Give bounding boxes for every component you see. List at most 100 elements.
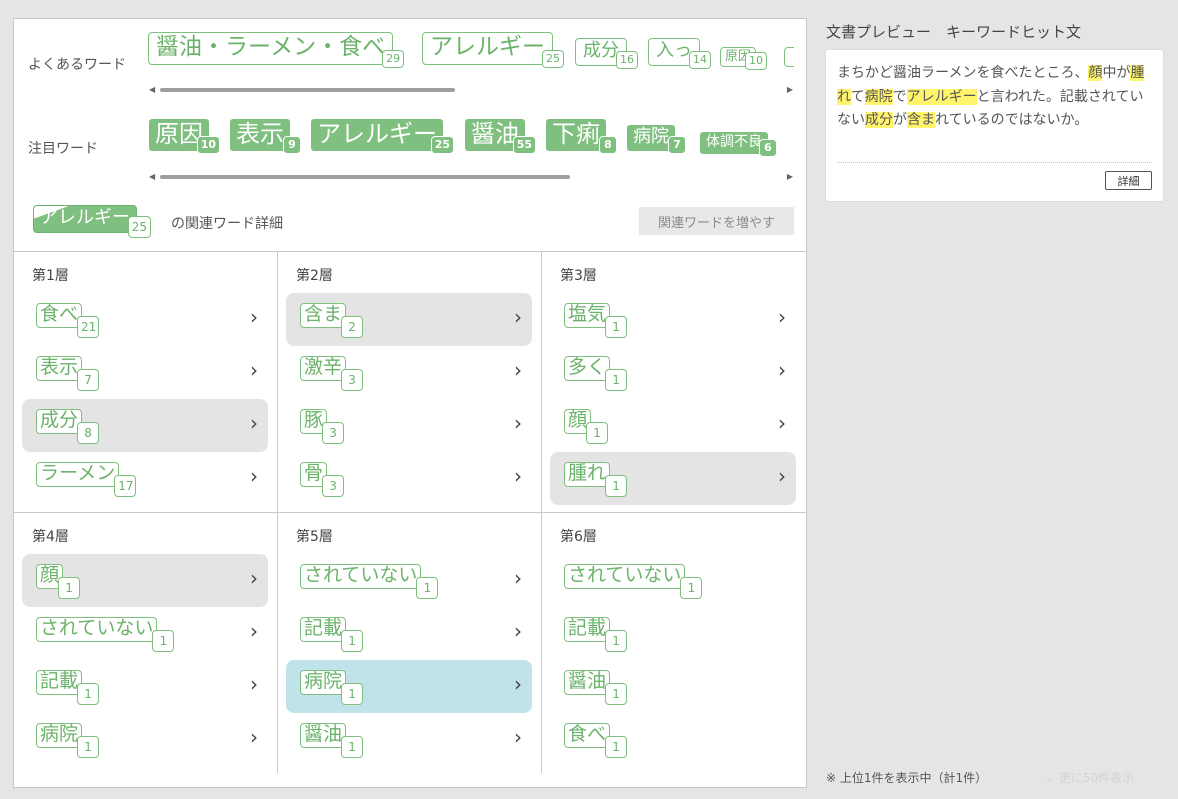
- layer-2-item[interactable]: 骨3 ›: [286, 452, 532, 505]
- layer-2-item-selected[interactable]: 含ま 2 ›: [286, 293, 532, 346]
- scroll-left-icon[interactable]: ◀: [149, 85, 155, 95]
- layer-6-item: 醤油 1: [550, 660, 796, 713]
- chevron-right-icon[interactable]: ›: [514, 568, 522, 588]
- chip-label: 多く: [564, 356, 611, 381]
- layer-4-item[interactable]: 記載 1 ›: [22, 660, 268, 713]
- word-chip: 病院 1: [36, 723, 100, 758]
- chevron-right-icon[interactable]: ›: [514, 727, 522, 747]
- chevron-right-icon[interactable]: ›: [250, 568, 258, 588]
- attention-word-chip[interactable]: 醤油 55: [465, 119, 536, 154]
- chip-count: 1: [680, 577, 703, 599]
- preview-sentence: まちかど醤油ラーメンを食べたところ、顔中が腫れて病院でアレルギーと言われた。記載…: [837, 62, 1155, 133]
- chip-count: 8: [77, 422, 100, 444]
- chip-label: 病院: [36, 723, 83, 748]
- frequent-word-chip[interactable]: アレルギー 25: [422, 32, 564, 68]
- frequent-word-chip[interactable]: 成分 16: [575, 38, 638, 69]
- word-chip: 表示 7: [36, 356, 100, 391]
- scroll-thumb[interactable]: [160, 175, 570, 179]
- frequent-words-strip[interactable]: 醤油・ラーメン・食べ 29 アレルギー 25 成分 16 入っ 14 原因 10: [148, 29, 794, 85]
- word-chip: 成分 8: [36, 409, 100, 444]
- attention-word-chip[interactable]: 病院 7: [627, 125, 686, 154]
- word-chip: 記載 1: [36, 670, 100, 705]
- layer-2-item[interactable]: 激辛 3 ›: [286, 346, 532, 399]
- grid-divider: [14, 251, 806, 252]
- chip-label: 腫れ: [564, 462, 611, 487]
- layer-3-item[interactable]: 顔1 ›: [550, 399, 796, 452]
- layer-5-item[interactable]: されていない 1 ›: [286, 554, 532, 607]
- layer-1-item-selected[interactable]: 成分 8 ›: [22, 399, 268, 452]
- chip-label: 含ま: [300, 303, 347, 328]
- layer-3-item[interactable]: 多く 1 ›: [550, 346, 796, 399]
- layer-3-item-selected[interactable]: 腫れ 1 ›: [550, 452, 796, 505]
- chip-count: 16: [616, 51, 638, 69]
- word-chip: 多く 1: [564, 356, 628, 391]
- chevron-right-icon[interactable]: ›: [250, 621, 258, 641]
- frequent-word-chip[interactable]: 醤油・ラーメン・食べ 29: [148, 32, 405, 68]
- scroll-right-icon[interactable]: ▶: [787, 85, 793, 95]
- chip-count: 3: [341, 369, 364, 391]
- attention-word-chip[interactable]: アレルギー 25: [311, 119, 454, 154]
- chevron-right-icon[interactable]: ›: [514, 674, 522, 694]
- chevron-right-icon[interactable]: ›: [250, 674, 258, 694]
- layer-1-item[interactable]: ラーメン 17 ›: [22, 452, 268, 505]
- layer-5-item-active[interactable]: 病院 1 ›: [286, 660, 532, 713]
- chip-count: 1: [77, 736, 100, 758]
- chip-count: 8: [599, 136, 617, 154]
- chevron-right-icon[interactable]: ›: [514, 466, 522, 486]
- chevron-right-icon[interactable]: ›: [778, 413, 786, 433]
- chip-label: アレルギー: [33, 205, 137, 233]
- layer-5-item[interactable]: 記載 1 ›: [286, 607, 532, 660]
- scroll-left-icon[interactable]: ◀: [149, 172, 155, 182]
- chevron-right-icon[interactable]: ›: [250, 727, 258, 747]
- attention-word-chip[interactable]: 原因 10: [149, 119, 220, 154]
- chip-count: 1: [341, 736, 364, 758]
- word-chip: 豚3: [300, 409, 345, 444]
- layer-4-item[interactable]: 病院 1 ›: [22, 713, 268, 766]
- attention-words-scrollbar[interactable]: ◀ ▶: [149, 172, 793, 182]
- show-more-link[interactable]: ⌄ 更に50件表示: [1045, 769, 1134, 786]
- layer-2-item[interactable]: 豚3 ›: [286, 399, 532, 452]
- layer-3-item[interactable]: 塩気 1 ›: [550, 293, 796, 346]
- chevron-right-icon[interactable]: ›: [778, 307, 786, 327]
- chevron-right-icon[interactable]: ›: [250, 360, 258, 380]
- chevron-right-icon[interactable]: ›: [514, 413, 522, 433]
- chip-label: 激辛: [300, 356, 347, 381]
- related-words-caption: の関連ワード詳細: [171, 216, 283, 232]
- selected-word-chip[interactable]: アレルギー 25: [33, 205, 151, 238]
- scroll-right-icon[interactable]: ▶: [787, 172, 793, 182]
- chip-count: 7: [77, 369, 100, 391]
- layer-4-item[interactable]: されていない 1 ›: [22, 607, 268, 660]
- word-chip: 塩気 1: [564, 303, 628, 338]
- chevron-right-icon[interactable]: ›: [778, 466, 786, 486]
- chevron-right-icon[interactable]: ›: [514, 307, 522, 327]
- chip-count: 25: [430, 136, 454, 154]
- chevron-right-icon[interactable]: ›: [250, 466, 258, 486]
- attention-word-chip[interactable]: 体調不良 6: [700, 131, 777, 157]
- scroll-thumb[interactable]: [160, 88, 455, 92]
- layer-4-item-selected[interactable]: 顔1 ›: [22, 554, 268, 607]
- detail-button[interactable]: 詳細: [1105, 171, 1152, 190]
- chevron-right-icon[interactable]: ›: [514, 621, 522, 641]
- word-chip: 病院 1: [300, 670, 364, 705]
- preview-divider: [837, 162, 1152, 163]
- layer-5-item[interactable]: 醤油 1 ›: [286, 713, 532, 766]
- frequent-word-chip[interactable]: 入っ 14: [648, 38, 711, 69]
- frequent-word-chip[interactable]: 原因 10: [720, 45, 768, 70]
- chip-label: ラーメン: [36, 462, 120, 487]
- attention-word-chip[interactable]: 下痢 8: [546, 119, 617, 154]
- frequent-word-chip-partial[interactable]: [784, 45, 794, 67]
- chevron-right-icon[interactable]: ›: [778, 360, 786, 380]
- attention-words-strip[interactable]: 原因 10 表示 9 アレルギー 25 醤油 55 下痢 8 病院 7 体調不良…: [148, 115, 794, 171]
- layer-1-item[interactable]: 表示 7 ›: [22, 346, 268, 399]
- preview-card: まちかど醤油ラーメンを食べたところ、顔中が腫れて病院でアレルギーと言われた。記載…: [825, 49, 1164, 202]
- frequent-words-scrollbar[interactable]: ◀ ▶: [149, 85, 793, 95]
- preview-text-segment: が: [893, 112, 907, 128]
- chevron-right-icon[interactable]: ›: [250, 413, 258, 433]
- layer-1-item[interactable]: 食べ 21 ›: [22, 293, 268, 346]
- attention-word-chip[interactable]: 表示 9: [230, 119, 301, 154]
- chevron-right-icon[interactable]: ›: [514, 360, 522, 380]
- chip-count: 9: [283, 136, 301, 154]
- chevron-right-icon[interactable]: ›: [250, 307, 258, 327]
- increase-related-words-button[interactable]: 関連ワードを増やす: [639, 207, 794, 235]
- highlighted-keyword: 顔: [1088, 65, 1103, 81]
